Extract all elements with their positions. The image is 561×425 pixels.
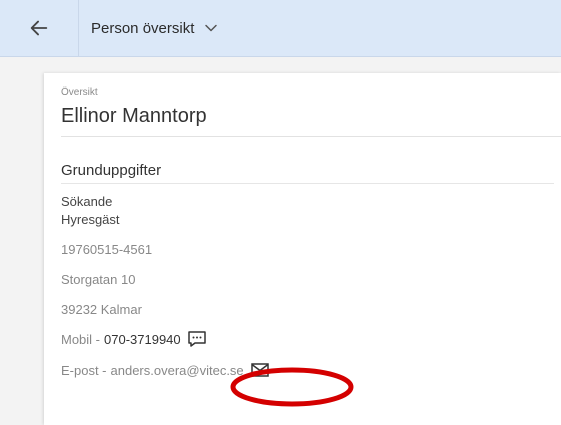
email-label: E-post - xyxy=(61,362,107,378)
card-kicker: Översikt xyxy=(61,87,98,98)
mobile-label: Mobil - xyxy=(61,331,101,347)
chevron-down-icon xyxy=(205,24,218,32)
postal-city: 39232 Kalmar xyxy=(61,302,142,317)
section-title: Grunduppgifter xyxy=(61,162,162,179)
message-icon[interactable] xyxy=(187,330,207,348)
mobile-row: Mobil - 070-3719940 xyxy=(61,330,207,348)
personal-number: 19760515-4561 xyxy=(61,242,153,257)
email-address[interactable]: anders.overa@vitec.se xyxy=(111,363,244,378)
person-name: Ellinor Manntorp xyxy=(61,105,207,127)
view-selector-dropdown[interactable]: Person översikt xyxy=(91,0,218,56)
top-bar: Person översikt xyxy=(0,0,561,57)
street-address: Storgatan 10 xyxy=(61,272,136,287)
annotation-ellipse xyxy=(230,367,354,407)
arrow-left-icon xyxy=(30,20,48,36)
role-tenant: Hyresgäst xyxy=(61,212,120,227)
divider xyxy=(61,183,554,184)
view-selector-label: Person översikt xyxy=(91,19,195,37)
divider xyxy=(61,136,561,137)
mobile-number: 070-3719940 xyxy=(104,331,181,347)
back-button[interactable] xyxy=(0,0,79,56)
role-applicant: Sökande xyxy=(61,194,113,209)
